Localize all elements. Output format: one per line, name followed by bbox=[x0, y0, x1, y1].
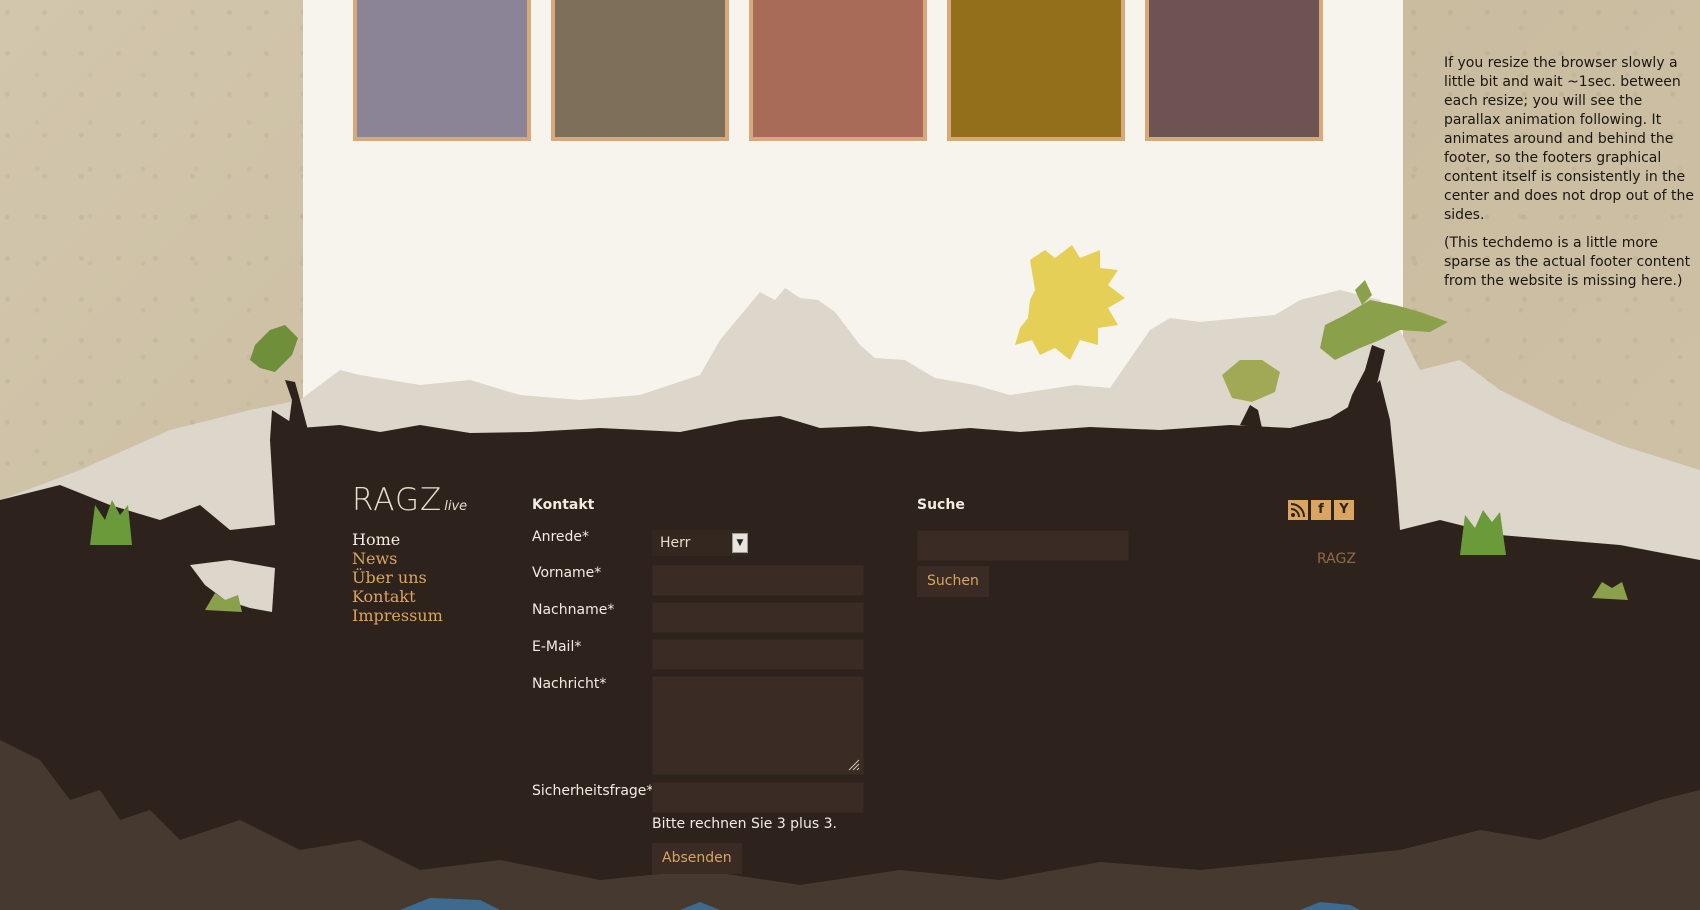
security-input[interactable] bbox=[652, 782, 864, 813]
social-icons: f Y bbox=[1288, 500, 1354, 520]
yahoo-icon[interactable]: Y bbox=[1334, 500, 1354, 520]
footer-nav: Home News Über uns Kontakt Impressum bbox=[352, 530, 443, 625]
salutation-label: Anrede* bbox=[532, 529, 590, 545]
lastname-label: Nachname* bbox=[532, 602, 615, 618]
message-textarea[interactable] bbox=[652, 676, 864, 775]
nav-item-kontakt[interactable]: Kontakt bbox=[352, 587, 443, 606]
submit-button[interactable]: Absenden bbox=[652, 843, 742, 874]
logo-sub: live bbox=[444, 499, 468, 514]
nav-item-impressum[interactable]: Impressum bbox=[352, 606, 443, 625]
firstname-input[interactable] bbox=[652, 565, 864, 596]
email-label: E-Mail* bbox=[532, 639, 582, 655]
search-heading: Suche bbox=[917, 497, 965, 513]
facebook-icon[interactable]: f bbox=[1311, 500, 1331, 520]
email-input[interactable] bbox=[652, 639, 864, 670]
ragz-logo[interactable]: RAGZ live bbox=[352, 482, 467, 518]
lastname-input[interactable] bbox=[652, 602, 864, 633]
salutation-select[interactable]: Herr ▼ bbox=[652, 530, 748, 556]
security-label: Sicherheitsfrage* bbox=[532, 783, 654, 799]
security-question: Bitte rechnen Sie 3 plus 3. bbox=[652, 816, 837, 832]
resize-handle-icon[interactable] bbox=[848, 759, 860, 771]
contact-heading: Kontakt bbox=[532, 497, 595, 513]
sun-icon bbox=[1015, 245, 1125, 360]
nav-item-news[interactable]: News bbox=[352, 549, 443, 568]
firstname-label: Vorname* bbox=[532, 565, 602, 581]
search-input[interactable] bbox=[917, 530, 1129, 561]
salutation-value: Herr bbox=[660, 535, 691, 551]
message-label: Nachricht* bbox=[532, 676, 607, 692]
nav-item-ueber-uns[interactable]: Über uns bbox=[352, 568, 443, 587]
rss-icon[interactable] bbox=[1288, 500, 1308, 520]
chevron-down-icon[interactable]: ▼ bbox=[732, 533, 748, 553]
logo-main: RAGZ bbox=[352, 482, 443, 518]
ragz-footer-link[interactable]: RAGZ bbox=[1317, 551, 1356, 567]
nav-item-home[interactable]: Home bbox=[352, 530, 443, 549]
search-button[interactable]: Suchen bbox=[917, 566, 989, 597]
